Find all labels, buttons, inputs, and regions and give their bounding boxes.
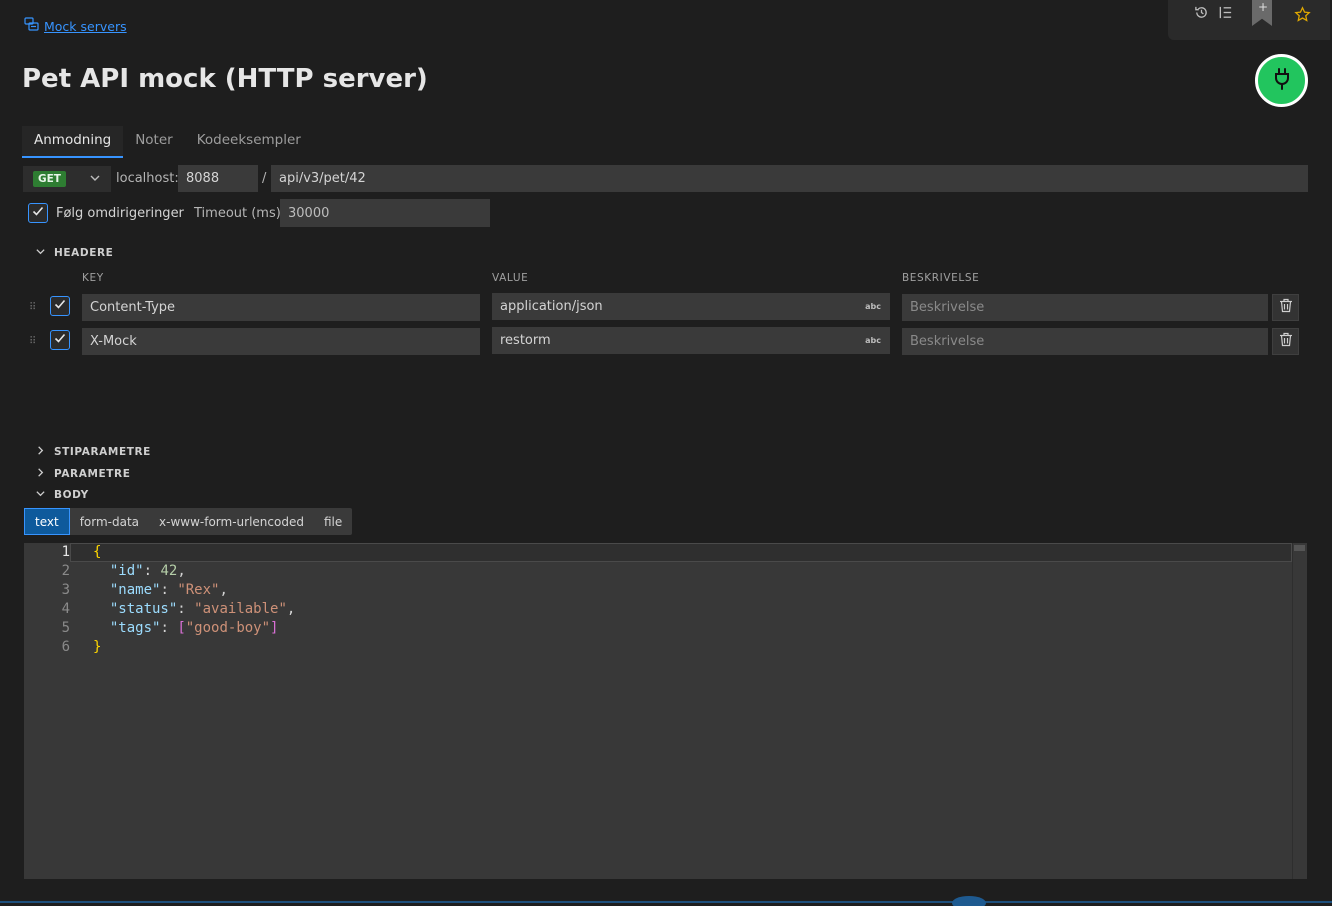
timeout-input[interactable]: 30000 <box>280 199 490 227</box>
list-icon[interactable] <box>1218 5 1233 23</box>
header-value-text: application/json <box>500 299 603 314</box>
path-params-section-toggle[interactable]: STIPARAMETRE <box>35 445 151 459</box>
header-row-checkbox[interactable] <box>50 330 70 350</box>
line-number: 2 <box>61 563 70 579</box>
value-type-badge[interactable]: abc <box>865 336 881 345</box>
breadcrumb: Mock servers <box>24 17 127 35</box>
header-value-text: restorm <box>500 333 551 348</box>
top-toolbar: + <box>1168 0 1330 40</box>
history-icon[interactable] <box>1194 5 1209 23</box>
headers-section-title: HEADERE <box>54 247 114 259</box>
body-type-selector: text form-data x-www-form-urlencoded fil… <box>24 508 353 535</box>
bottom-indicator <box>952 896 986 906</box>
body-type-file[interactable]: file <box>314 508 352 535</box>
tab-noter[interactable]: Noter <box>123 126 185 158</box>
drag-handle-icon[interactable]: ⠿ <box>29 336 36 347</box>
header-key-input[interactable]: X-Mock <box>82 328 480 355</box>
check-icon <box>53 331 67 349</box>
follow-redirects-checkbox[interactable] <box>28 203 48 223</box>
tab-kodeeksempler[interactable]: Kodeeksempler <box>185 126 313 158</box>
column-description: BESKRIVELSE <box>902 272 980 284</box>
tab-anmodning[interactable]: Anmodning <box>22 126 124 158</box>
method-badge: GET <box>33 171 66 187</box>
value-type-badge[interactable]: abc <box>865 302 881 311</box>
headers-section-toggle[interactable]: HEADERE <box>35 246 113 260</box>
description-placeholder: Beskrivelse <box>910 300 985 315</box>
trash-icon <box>1279 332 1293 351</box>
line-number: 3 <box>61 582 70 598</box>
column-key: KEY <box>82 272 104 284</box>
line-number: 6 <box>61 639 70 655</box>
editor-scrollbar-thumb[interactable] <box>1294 545 1305 551</box>
path-input[interactable]: api/v3/pet/42 <box>271 165 1308 192</box>
plug-icon <box>1271 67 1293 95</box>
params-title: PARAMETRE <box>54 468 131 480</box>
description-placeholder: Beskrivelse <box>910 334 985 349</box>
code-line: "tags": ["good-boy"] <box>109 620 279 636</box>
check-icon <box>53 297 67 315</box>
chevron-down-icon <box>35 246 46 260</box>
delete-header-button[interactable] <box>1272 294 1299 321</box>
delete-header-button[interactable] <box>1272 328 1299 355</box>
line-number: 4 <box>61 601 70 617</box>
code-line: } <box>93 639 102 655</box>
timeout-label: Timeout (ms) <box>194 206 281 221</box>
port-input[interactable]: 8088 <box>178 165 258 192</box>
body-type-form-data[interactable]: form-data <box>70 508 149 535</box>
path-params-title: STIPARAMETRE <box>54 446 151 458</box>
body-type-urlencoded[interactable]: x-www-form-urlencoded <box>149 508 314 535</box>
path-separator: / <box>262 171 267 186</box>
drag-handle-icon[interactable]: ⠿ <box>29 302 36 313</box>
header-value-input[interactable]: application/json abc <box>492 293 890 320</box>
page-title: Pet API mock (HTTP server) <box>22 64 428 94</box>
host-label: localhost: <box>116 171 179 186</box>
line-number: 1 <box>61 544 70 560</box>
bottom-border <box>0 901 1332 903</box>
editor-scrollbar[interactable] <box>1292 543 1307 879</box>
check-icon <box>31 204 45 222</box>
body-editor[interactable]: 1 2 3 4 5 6 { "id": 42, "name": "Rex", "… <box>24 543 1307 879</box>
chevron-right-icon <box>35 445 46 459</box>
column-value: VALUE <box>492 272 529 284</box>
code-line: "status": "available", <box>109 601 296 617</box>
follow-redirects-label: Følg omdirigeringer <box>56 206 184 221</box>
params-section-toggle[interactable]: PARAMETRE <box>35 467 131 481</box>
chevron-down-icon <box>35 488 46 502</box>
body-title: BODY <box>54 489 89 501</box>
method-select[interactable]: GET <box>23 166 111 192</box>
header-row-checkbox[interactable] <box>50 296 70 316</box>
code-line: "id": 42, <box>109 563 186 579</box>
plus-icon: + <box>1258 0 1269 14</box>
mock-server-icon <box>24 17 40 35</box>
code-line: "name": "Rex", <box>109 582 228 598</box>
chevron-down-icon <box>89 172 101 188</box>
body-type-text[interactable]: text <box>24 508 70 535</box>
trash-icon <box>1279 298 1293 317</box>
header-description-input[interactable]: Beskrivelse <box>902 328 1268 355</box>
header-value-input[interactable]: restorm abc <box>492 327 890 354</box>
line-number: 5 <box>61 620 70 636</box>
breadcrumb-mock-servers-link[interactable]: Mock servers <box>44 19 127 34</box>
code-line: { <box>93 544 102 560</box>
server-toggle-button[interactable] <box>1255 54 1308 107</box>
body-section-toggle[interactable]: BODY <box>35 488 89 502</box>
line-number-gutter: 1 2 3 4 5 6 <box>24 543 70 879</box>
header-key-input[interactable]: Content-Type <box>82 294 480 321</box>
header-description-input[interactable]: Beskrivelse <box>902 294 1268 321</box>
request-tabs: Anmodning Noter Kodeeksempler <box>22 126 313 158</box>
chevron-right-icon <box>35 467 46 481</box>
star-icon[interactable] <box>1294 6 1311 26</box>
current-line-highlight <box>70 543 1292 562</box>
